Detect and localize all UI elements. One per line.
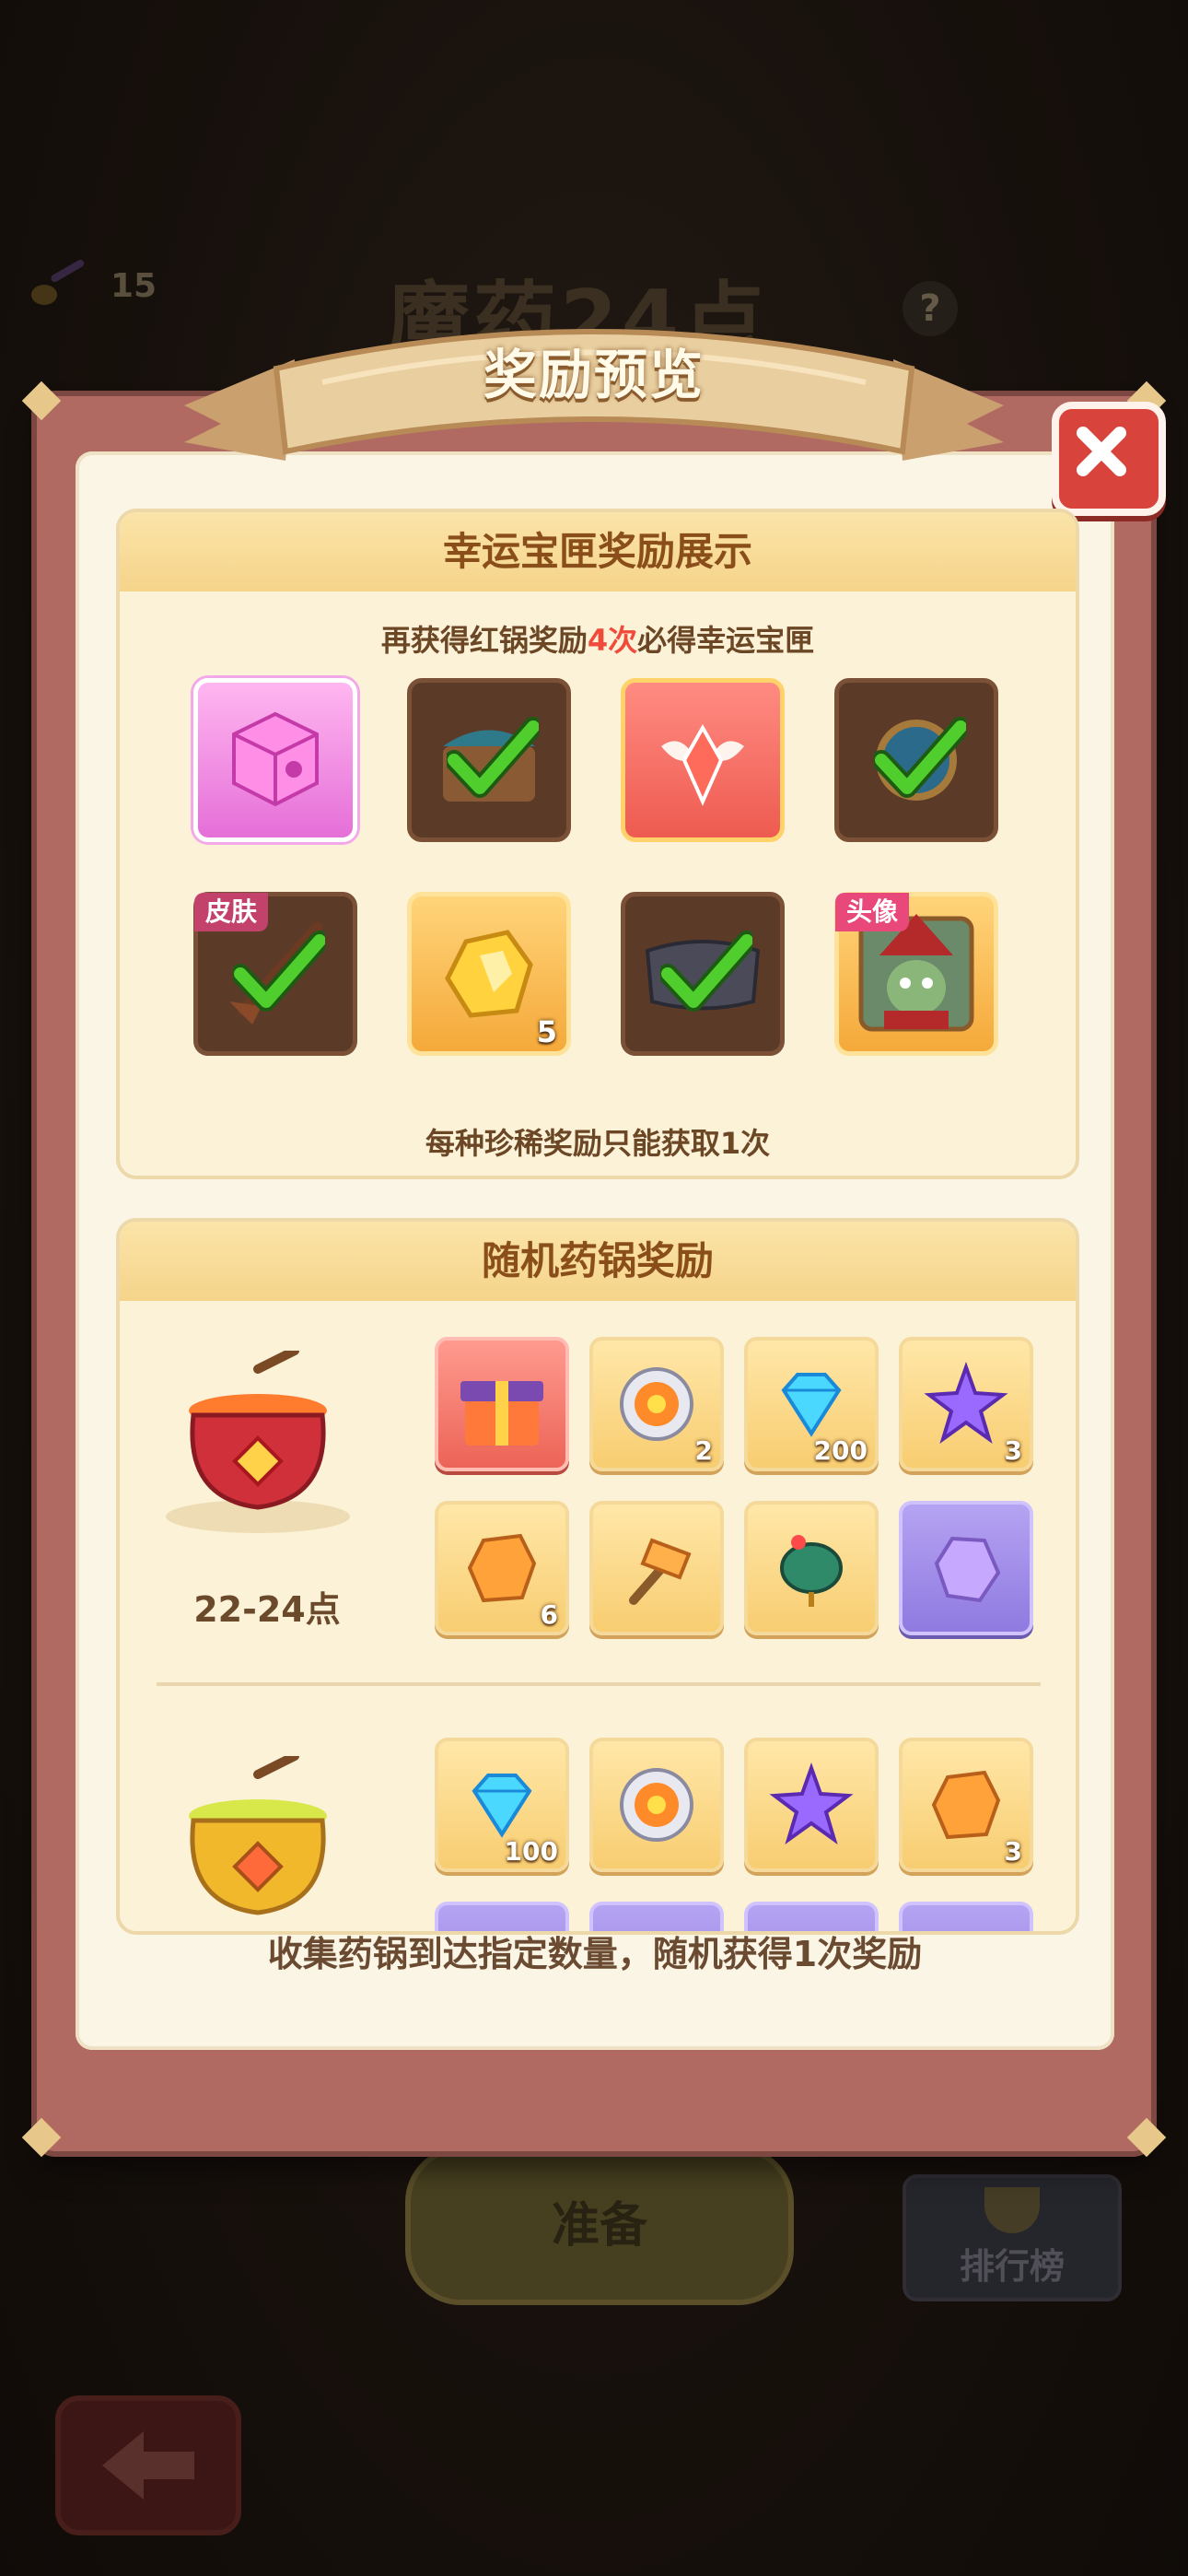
- item-count: 200: [813, 1435, 868, 1466]
- reward-gift-box[interactable]: [435, 1337, 569, 1471]
- reward-diamond[interactable]: 200: [744, 1337, 879, 1471]
- tier-divider: [157, 1682, 1041, 1686]
- item-count: 5: [536, 1014, 557, 1049]
- reward-hammer[interactable]: [589, 1501, 724, 1635]
- footer-note: 收集药锅到达指定数量，随机获得1次奖励: [267, 1934, 923, 1974]
- gift-box-icon: [460, 1381, 543, 1446]
- subtitle-prefix: 再获得红锅奖励: [380, 623, 588, 658]
- target-coin-icon: [620, 1768, 693, 1842]
- item-count: 3: [1004, 1836, 1022, 1867]
- close-icon: [1077, 427, 1126, 476]
- lucky-box-subtitle: 再获得红锅奖励4次必得幸运宝匣: [120, 617, 1076, 660]
- reward-orange-ore[interactable]: 3: [899, 1738, 1033, 1872]
- skin-tag: 皮肤: [194, 893, 269, 931]
- lucky-item-treasure-chest[interactable]: [407, 678, 571, 842]
- owned-check-icon: [233, 931, 325, 1012]
- purple-ore-icon: [934, 1536, 1001, 1603]
- random-cauldron-section: 随机药锅奖励 22-24点 2 200 3 6 100 3: [116, 1218, 1079, 1935]
- reward-purple-ore[interactable]: [899, 1501, 1033, 1635]
- lucky-item-globe-frame[interactable]: [834, 678, 998, 842]
- owned-check-icon: [874, 717, 966, 798]
- lucky-box-section: 幸运宝匣奖励展示 再获得红锅奖励4次必得幸运宝匣 皮肤 5 头像 每种珍稀奖励只…: [116, 509, 1079, 1179]
- reward-diamond[interactable]: 100: [435, 1738, 569, 1872]
- gold-ore-icon: [445, 930, 533, 1018]
- purple-star-icon: [924, 1362, 1008, 1445]
- winged-crystal-icon: [661, 723, 744, 806]
- remaining-count: 4次: [587, 623, 638, 658]
- item-count: 6: [540, 1599, 558, 1630]
- subtitle-suffix: 必得幸运宝匣: [637, 623, 815, 658]
- red-cauldron-icon: [166, 1351, 350, 1533]
- lucky-item-pink-cube[interactable]: [193, 678, 357, 842]
- item-count: 3: [1004, 1435, 1022, 1466]
- lucky-item-gold-ore[interactable]: 5: [407, 892, 571, 1056]
- modal-title: 奖励预览: [483, 344, 705, 406]
- pink-cube-icon: [232, 711, 319, 807]
- item-count: 100: [504, 1836, 558, 1867]
- hammer-icon: [629, 1538, 692, 1605]
- tier-label: 22-24点: [193, 1589, 341, 1630]
- lucky-item-name-plate[interactable]: [621, 892, 785, 1056]
- lucky-box-header: 幸运宝匣奖励展示: [120, 512, 1076, 591]
- reward-spinning-top[interactable]: [744, 1501, 879, 1635]
- owned-check-icon: [447, 717, 539, 798]
- reward-target-coin[interactable]: [589, 1738, 724, 1872]
- owned-check-icon: [660, 931, 752, 1012]
- lucky-box-footer: 每种珍稀奖励只能获取1次: [425, 1126, 771, 1161]
- avatar-tag: 头像: [835, 893, 910, 931]
- gold-cauldron-icon: [189, 1756, 327, 1915]
- random-cauldron-header: 随机药锅奖励: [120, 1222, 1076, 1301]
- item-count: 2: [694, 1435, 713, 1466]
- lucky-item-goblin-avatar[interactable]: 头像: [834, 892, 998, 1056]
- orange-ore-icon: [931, 1770, 1001, 1840]
- reward-purple-star[interactable]: 3: [899, 1337, 1033, 1471]
- orange-ore-icon: [467, 1533, 537, 1603]
- reward-target-coin[interactable]: 2: [589, 1337, 724, 1471]
- reward-orange-ore[interactable]: 6: [435, 1501, 569, 1635]
- lucky-item-broom-skin[interactable]: 皮肤: [193, 892, 357, 1056]
- purple-star-icon: [769, 1762, 854, 1845]
- reward-purple-star[interactable]: [744, 1738, 879, 1872]
- close-button[interactable]: [1052, 402, 1166, 516]
- target-coin-icon: [620, 1367, 693, 1441]
- spinning-top-icon: [780, 1535, 843, 1607]
- lucky-item-winged-crystal[interactable]: [621, 678, 785, 842]
